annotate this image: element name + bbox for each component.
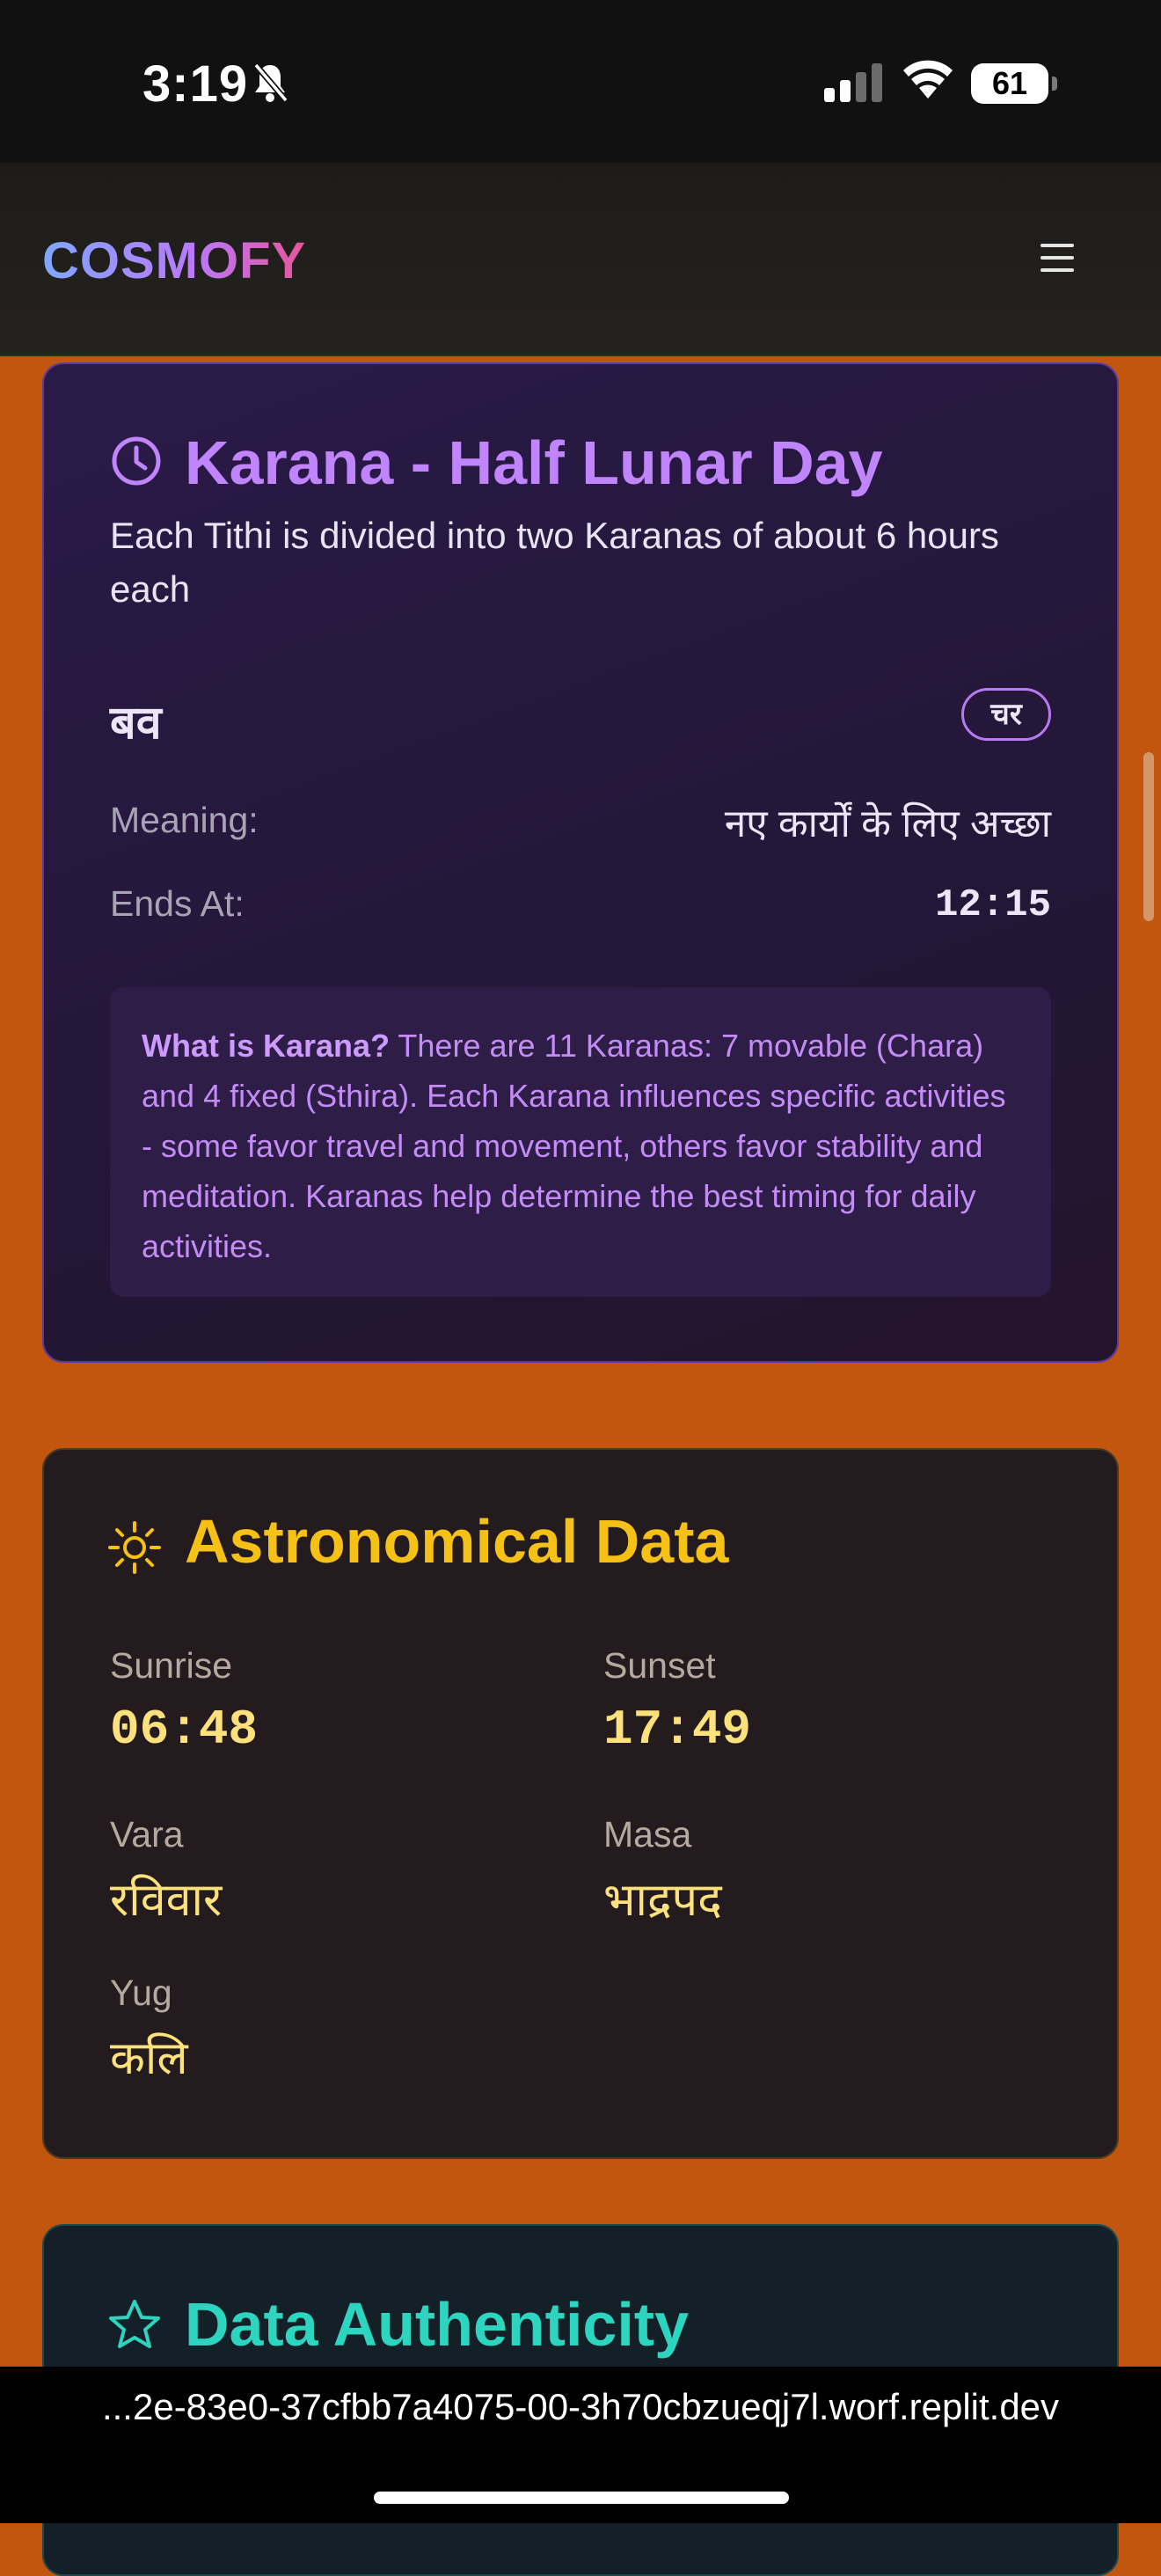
info-heading: What is Karana? — [142, 1028, 391, 1064]
karana-info-box: What is Karana? There are 11 Karanas: 7 … — [110, 987, 1051, 1297]
app-header: COSMOFY — [0, 163, 1161, 356]
star-icon — [109, 2300, 160, 2348]
meaning-label: Meaning: — [110, 800, 259, 840]
ends-at-value: 12:15 — [934, 883, 1051, 927]
yug-label: Yug — [110, 1972, 172, 2013]
sunrise-value: 06:48 — [110, 1701, 259, 1758]
scrollbar[interactable] — [1143, 752, 1154, 921]
meaning-value: नए कार्यों के लिए अच्छा — [724, 802, 1051, 845]
url-text[interactable]: ...2e-83e0-37cfbb7a4075-00-3h70cbzueqj7l… — [0, 2386, 1161, 2428]
status-bar: 3:19 61 — [0, 0, 1161, 163]
browser-bar: ...2e-83e0-37cfbb7a4075-00-3h70cbzueqj7l… — [0, 2367, 1161, 2523]
karana-subtitle: Each Tithi is divided into two Karanas o… — [110, 515, 999, 610]
hamburger-menu-icon[interactable] — [1041, 244, 1083, 275]
masa-value: भाद्रपद — [603, 1875, 722, 1926]
astronomical-data-card: Astronomical Data Sunrise 06:48 Sunset 1… — [42, 1448, 1119, 2159]
karana-type-badge: चर — [961, 688, 1051, 741]
status-time: 3:19 — [142, 55, 249, 113]
masa-label: Masa — [603, 1814, 692, 1855]
sunset-label: Sunset — [603, 1645, 716, 1686]
ends-at-label: Ends At: — [110, 883, 245, 924]
cellular-signal-icon — [824, 63, 882, 102]
karana-title: Karana - Half Lunar Day — [185, 428, 883, 497]
clock-icon — [112, 436, 161, 486]
wifi-icon — [903, 60, 953, 99]
sun-icon — [108, 1521, 161, 1574]
app-logo[interactable]: COSMOFY — [42, 231, 306, 290]
sunrise-label: Sunrise — [110, 1645, 233, 1686]
vara-label: Vara — [110, 1814, 184, 1855]
battery-indicator: 61 — [971, 63, 1057, 104]
karana-card: Karana - Half Lunar Day Each Tithi is di… — [42, 362, 1119, 1363]
astronomical-title: Astronomical Data — [185, 1507, 729, 1576]
home-indicator[interactable] — [374, 2492, 789, 2504]
vara-value: रविवार — [110, 1875, 223, 1926]
yug-value: कलि — [110, 2033, 188, 2084]
data-authenticity-title: Data Authenticity — [185, 2290, 690, 2359]
bell-muted-icon — [253, 62, 288, 103]
sunset-value: 17:49 — [603, 1701, 752, 1758]
karana-name: बव — [110, 698, 162, 749]
